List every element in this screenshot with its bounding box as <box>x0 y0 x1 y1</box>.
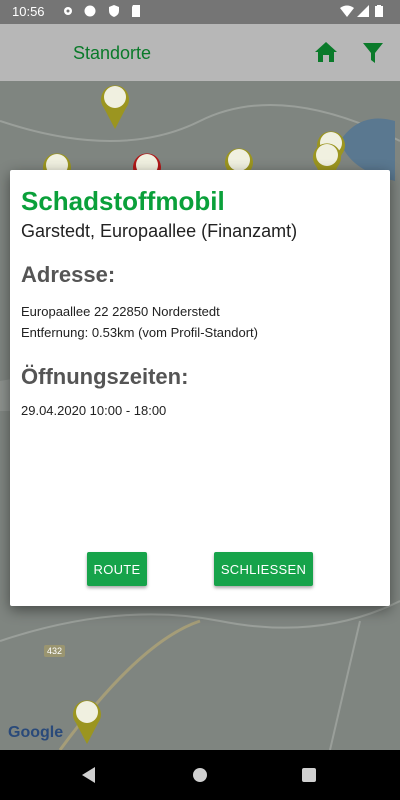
map-pin-icon[interactable] <box>70 697 104 745</box>
hours-heading: Öffnungszeiten: <box>21 364 189 389</box>
location-dialog: Schadstoffmobil Garstedt, Europaallee (F… <box>10 170 390 606</box>
sd-card-icon <box>132 5 140 17</box>
road-label: 432 <box>44 645 66 657</box>
recents-icon[interactable] <box>302 768 316 782</box>
circle-icon <box>84 5 96 17</box>
filter-icon[interactable] <box>362 42 384 64</box>
map-pin-icon[interactable] <box>98 82 132 130</box>
battery-icon <box>375 5 383 17</box>
close-button[interactable]: SCHLIESSEN <box>214 552 313 586</box>
route-button[interactable]: ROUTE <box>87 552 147 586</box>
address-line: Europaallee 22 22850 Norderstedt <box>21 304 220 319</box>
home-icon[interactable] <box>314 41 338 63</box>
distance-line: Entfernung: 0.53km (vom Profil-Standort) <box>21 325 258 340</box>
google-logo: Google <box>8 724 64 741</box>
status-time: 10:56 <box>12 4 45 19</box>
shield-icon <box>109 5 119 17</box>
home-nav-icon[interactable] <box>192 767 208 783</box>
hours-line: 29.04.2020 10:00 - 18:00 <box>21 403 167 418</box>
address-heading: Adresse: <box>21 262 116 287</box>
status-bar: 10:56 <box>0 0 400 24</box>
dialog-title: Schadstoffmobil <box>21 186 225 216</box>
wifi-icon <box>340 5 354 17</box>
signal-icon <box>357 5 369 17</box>
app-bar: Standorte <box>0 24 400 81</box>
page-title: Standorte <box>73 43 152 63</box>
back-icon[interactable] <box>82 767 96 783</box>
dialog-subtitle: Garstedt, Europaallee (Finanzamt) <box>21 221 298 241</box>
system-nav-bar <box>0 750 400 800</box>
settings-icon <box>64 7 72 15</box>
